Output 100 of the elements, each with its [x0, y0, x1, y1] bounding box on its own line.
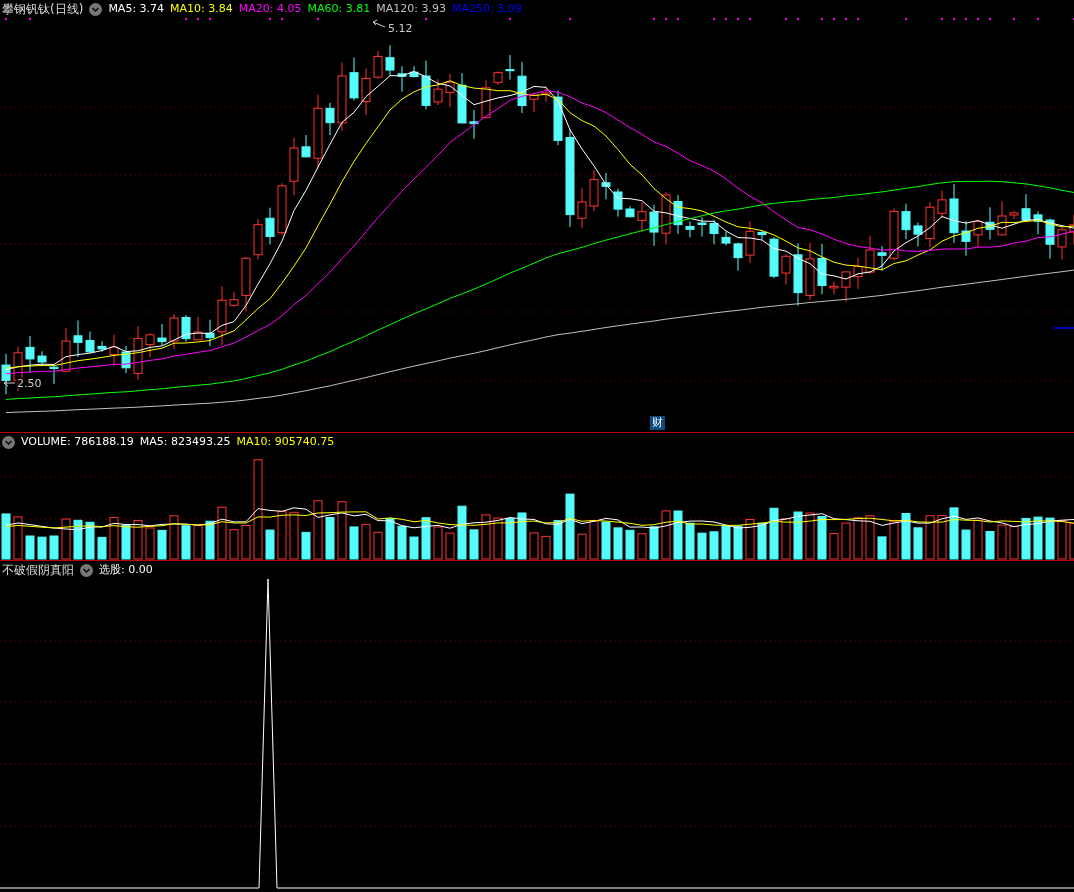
candlestick [961, 220, 971, 257]
volume-bar [445, 532, 455, 560]
candlestick [181, 314, 191, 343]
candlestick [493, 70, 503, 86]
candlestick [121, 345, 131, 374]
volume-bar [553, 520, 563, 560]
candlestick [769, 236, 779, 279]
candlestick [625, 205, 635, 218]
volume-bar [157, 529, 167, 560]
high-price-label: 5.12 [388, 22, 413, 35]
volume-bar [577, 533, 587, 560]
volume-bar [433, 526, 443, 560]
candlestick [697, 216, 707, 238]
volume-bar [517, 512, 527, 560]
volume-bar [721, 525, 731, 560]
candlestick [25, 335, 35, 373]
candlestick [841, 270, 851, 303]
volume-bar [709, 531, 719, 560]
candlestick [217, 285, 227, 346]
volume-bar [469, 529, 479, 560]
volume-bar [673, 510, 683, 560]
volume-bar [637, 533, 647, 560]
candlestick [409, 65, 419, 78]
candlestick [193, 316, 203, 341]
candlestick [349, 56, 359, 101]
candlestick [37, 350, 47, 367]
volume-bar [697, 532, 707, 560]
candlestick [541, 85, 551, 103]
candlestick [925, 201, 935, 248]
stock-title: 攀钢钒钛(日线) [2, 2, 84, 16]
volume-bar [793, 511, 803, 560]
volume-bar [85, 521, 95, 560]
volume-bar [337, 501, 347, 560]
volume-bar [757, 522, 767, 560]
candlestick [1057, 227, 1067, 260]
volume-bar [37, 536, 47, 560]
volume-bar [373, 531, 383, 560]
candlestick [889, 208, 899, 261]
volume-bar [985, 531, 995, 560]
candlestick [85, 331, 95, 354]
candlestick [433, 78, 443, 106]
dropdown-icon[interactable] [89, 2, 103, 16]
volume-bar [649, 526, 659, 560]
candlestick [601, 172, 611, 200]
candlestick [553, 90, 563, 146]
volume-bar [601, 521, 611, 560]
volume-bar [865, 515, 875, 560]
volume-bar [949, 507, 959, 560]
candlestick [781, 253, 791, 286]
candlestick [733, 242, 743, 272]
candlestick [805, 242, 815, 301]
volume-bar [61, 518, 71, 560]
volume-bar [169, 515, 179, 560]
volume-bar [817, 516, 827, 560]
candlestick [289, 137, 299, 196]
candlestick [49, 365, 59, 385]
volume-bar [361, 524, 371, 560]
candlestick [853, 257, 863, 290]
volume-bar [1033, 516, 1043, 560]
volume-bar [133, 520, 143, 560]
dropdown-icon[interactable] [2, 435, 15, 449]
volume-bar [769, 507, 779, 560]
volume-bar [829, 533, 839, 560]
candlestick [337, 62, 347, 132]
candlestick [157, 323, 167, 346]
volume-bar [961, 529, 971, 560]
candlestick [901, 203, 911, 240]
pointer-arrow-icon [372, 19, 386, 28]
candlestick [97, 340, 107, 353]
volume-bar [877, 536, 887, 560]
candlestick [361, 68, 371, 116]
candlestick [529, 92, 539, 113]
candlestick [445, 73, 455, 108]
candlestick [385, 44, 395, 77]
volume-bar [421, 517, 431, 560]
volume-bar [109, 516, 119, 560]
volume-bar [121, 525, 131, 560]
volume-bar [265, 529, 275, 560]
candlestick [637, 201, 647, 233]
volume-bar [913, 527, 923, 560]
legend-value: MA20: 4.05 [238, 2, 302, 16]
volume-bar [277, 511, 287, 560]
legend-value: MA250: 3.09 [451, 2, 522, 16]
candlestick [877, 245, 887, 271]
candlestick [793, 242, 803, 307]
volume-bar [997, 524, 1007, 560]
candlestick [613, 188, 623, 218]
dropdown-icon[interactable] [80, 563, 93, 577]
volume-bar [1057, 520, 1067, 560]
volume-bar [589, 520, 599, 560]
volume-bar [145, 527, 155, 560]
legend-value: MA10: 905740.75 [236, 435, 335, 449]
candlestick [673, 194, 683, 235]
volume-bar [529, 532, 539, 560]
candlestick [721, 231, 731, 247]
candlestick [1021, 193, 1031, 223]
volume-bar [493, 517, 503, 560]
candlestick [985, 206, 995, 241]
candlestick [517, 61, 527, 114]
info-badge[interactable]: 财 [650, 416, 665, 430]
